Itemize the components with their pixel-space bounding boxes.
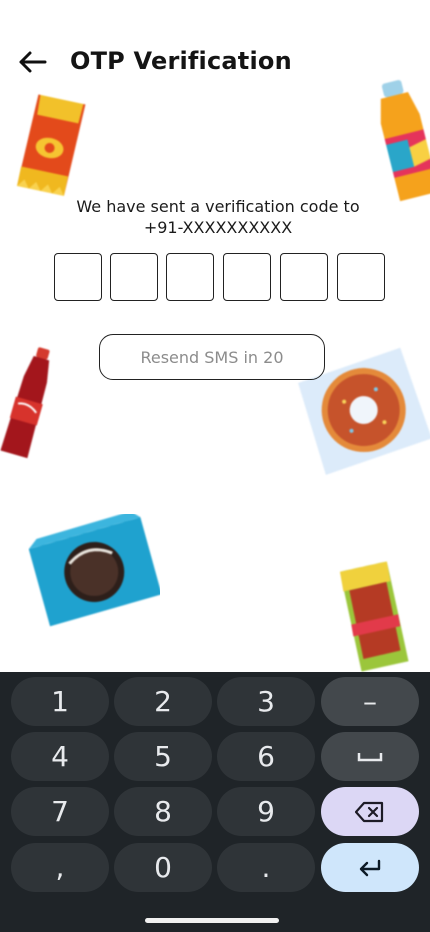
space-bar-icon: [357, 752, 383, 761]
system-navigation-bar: [0, 908, 430, 932]
cookie-packet-illustration: [28, 514, 160, 628]
otp-input-group: [54, 253, 388, 303]
otp-digit-4[interactable]: [223, 253, 271, 301]
verification-message-text: We have sent a verification code to: [76, 197, 360, 216]
key-minus[interactable]: –: [321, 677, 419, 726]
key-5[interactable]: 5: [114, 732, 212, 781]
cola-bottle-illustration: [0, 344, 54, 466]
otp-digit-6[interactable]: [337, 253, 385, 301]
numeric-keyboard: 1 2 3 – 4 5 6 7 8 9 , 0 .: [0, 672, 430, 908]
otp-digit-3[interactable]: [166, 253, 214, 301]
otp-digit-1[interactable]: [54, 253, 102, 301]
juice-bottle-illustration: [378, 78, 430, 206]
key-8[interactable]: 8: [114, 787, 212, 836]
back-button[interactable]: [14, 46, 50, 78]
key-backspace[interactable]: [321, 787, 419, 836]
home-indicator[interactable]: [145, 918, 279, 923]
key-space[interactable]: [321, 732, 419, 781]
key-2[interactable]: 2: [114, 677, 212, 726]
enter-icon: [359, 859, 381, 876]
key-4[interactable]: 4: [11, 732, 109, 781]
verification-message: We have sent a verification code to +91-…: [0, 196, 430, 238]
key-3[interactable]: 3: [217, 677, 315, 726]
key-7[interactable]: 7: [11, 787, 109, 836]
key-1[interactable]: 1: [11, 677, 109, 726]
phone-number: +91-XXXXXXXXXX: [143, 218, 293, 237]
key-6[interactable]: 6: [217, 732, 315, 781]
resend-sms-button[interactable]: Resend SMS in 20: [99, 334, 325, 380]
key-comma[interactable]: ,: [11, 843, 109, 892]
page-title: OTP Verification: [70, 47, 292, 75]
chips-packet-illustration: [10, 92, 90, 200]
otp-digit-2[interactable]: [110, 253, 158, 301]
key-9[interactable]: 9: [217, 787, 315, 836]
key-enter[interactable]: [321, 843, 419, 892]
key-0[interactable]: 0: [114, 843, 212, 892]
snack-bar-illustration: [334, 558, 420, 672]
arrow-left-icon: [19, 51, 47, 73]
backspace-icon: [355, 801, 384, 822]
otp-digit-5[interactable]: [280, 253, 328, 301]
key-period[interactable]: .: [217, 843, 315, 892]
app-header: OTP Verification: [0, 38, 430, 86]
